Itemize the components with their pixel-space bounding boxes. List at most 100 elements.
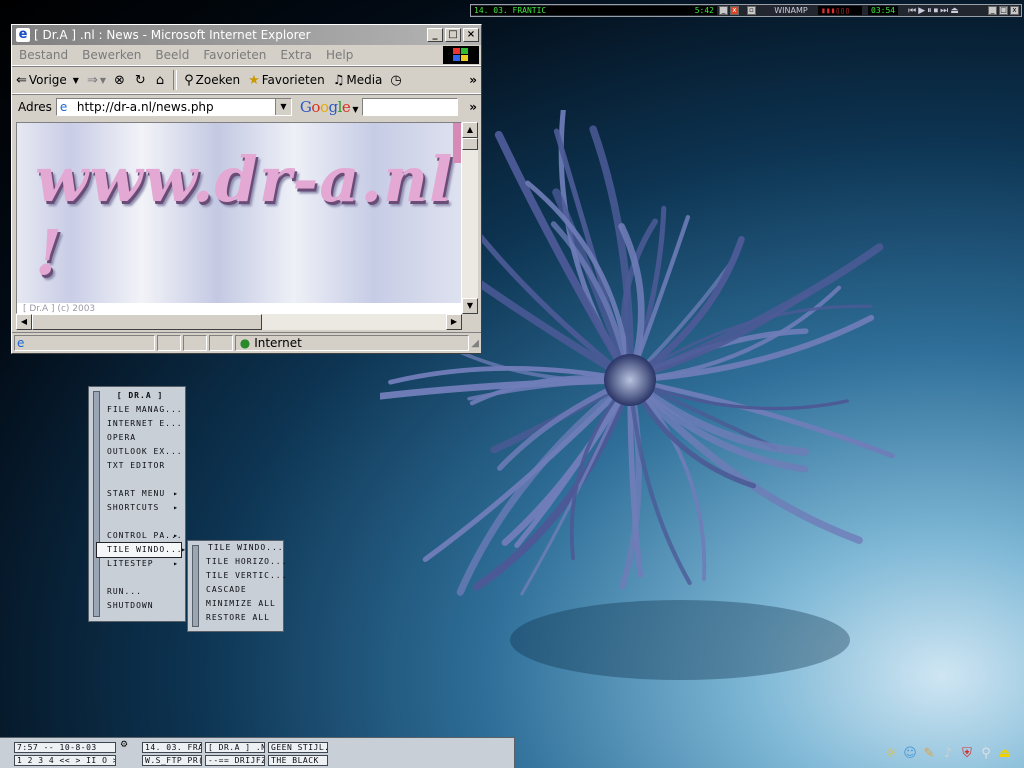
menu-bewerken[interactable]: Bewerken xyxy=(75,48,148,62)
task-button[interactable]: GEEN STIJL.T xyxy=(268,742,328,753)
menu-item-internet-explorer[interactable]: INTERNET E... xyxy=(89,417,185,431)
scroll-down-icon[interactable]: ▼ xyxy=(462,298,478,314)
submenu-item-tile-vertical[interactable]: TILE VERTIC... xyxy=(188,569,286,583)
search-icon[interactable]: ⚲ xyxy=(978,746,994,762)
back-button[interactable]: ⇐ Vorige ▼ xyxy=(12,69,83,91)
menu-item-shutdown[interactable]: SHUTDOWN xyxy=(89,599,185,613)
menu-item-run[interactable]: RUN... xyxy=(89,585,185,599)
history-clock-icon: ◷ xyxy=(390,72,402,88)
media-label: Media xyxy=(346,73,383,87)
winamp-restore-button[interactable]: □ xyxy=(999,6,1008,15)
search-button[interactable]: ⚲ Zoeken xyxy=(180,69,244,91)
tile-windows-submenu: TILE WINDO... TILE HORIZO... TILE VERTIC… xyxy=(187,540,286,632)
submenu-arrow-icon: ▸ xyxy=(173,559,179,568)
vertical-scroll-thumb[interactable] xyxy=(462,138,478,150)
menu-item-control-panel[interactable]: CONTROL PA... ▸ xyxy=(89,529,185,543)
volume-icon[interactable]: ♪ xyxy=(940,746,956,762)
address-input[interactable]: e http://dr-a.nl/news.php ▼ xyxy=(55,97,292,116)
favorites-button[interactable]: ★ Favorieten xyxy=(244,69,329,91)
menu-item-tile-windows[interactable]: TILE WINDO... ▸ xyxy=(96,542,186,558)
winamp-options-icon[interactable]: ▫ xyxy=(747,6,756,15)
media-button[interactable]: ♫ Media xyxy=(329,69,387,91)
submenu-item-restore-all[interactable]: RESTORE ALL xyxy=(188,611,283,625)
eject-icon[interactable]: ⏏ xyxy=(997,746,1013,762)
google-search-input[interactable] xyxy=(361,97,458,116)
winamp-track-length: 5:42 xyxy=(694,6,714,15)
scroll-up-icon[interactable]: ▲ xyxy=(462,122,478,138)
banner-logo-text: www.dr-a.nl ! xyxy=(35,143,454,289)
maximize-button[interactable]: □ xyxy=(445,28,461,42)
horizontal-scroll-thumb[interactable] xyxy=(32,314,262,330)
menu-extra[interactable]: Extra xyxy=(273,48,319,62)
addressbar-overflow-chevron-icon[interactable]: » xyxy=(469,100,477,114)
menu-help[interactable]: Help xyxy=(319,48,360,62)
winamp-minimize-button[interactable]: _ xyxy=(719,6,728,15)
close-button[interactable]: × xyxy=(463,28,479,42)
winamp-transport-controls[interactable]: ⏮▶⏸⏹⏭⏏ xyxy=(908,6,961,16)
address-url: http://dr-a.nl/news.php xyxy=(76,99,214,114)
scroll-left-icon[interactable]: ◀ xyxy=(16,314,32,330)
menu-item-shortcuts[interactable]: SHORTCUTS ▸ xyxy=(89,501,185,515)
clock-settings-icon[interactable]: ⚙ xyxy=(120,740,128,750)
address-dropdown-icon[interactable]: ▼ xyxy=(274,98,291,115)
system-tray: ☼ ☺ ✎ ♪ ⛨ ⚲ ⏏ xyxy=(883,744,1021,764)
winamp-shade-button[interactable]: _ xyxy=(988,6,997,15)
menu-item-litestep[interactable]: LITESTEP ▸ xyxy=(89,557,185,571)
page-status-icon: e xyxy=(17,336,25,350)
task-button[interactable]: 14. 03. FRAI xyxy=(142,742,202,753)
menu-item-opera[interactable]: OPERA xyxy=(89,431,185,445)
window-title: [ Dr.A ] .nl : News - Microsoft Internet… xyxy=(34,28,311,42)
submenu-item-tile-horizontal[interactable]: TILE HORIZO... xyxy=(188,555,286,569)
task-button[interactable]: W.S_FTP PR( xyxy=(142,755,202,766)
ie-logo-icon: e xyxy=(16,28,30,42)
vertical-scrollbar[interactable]: ▲ ▼ xyxy=(462,122,478,314)
toolbar-overflow-chevron-icon[interactable]: » xyxy=(469,73,477,87)
submenu-item-cascade[interactable]: CASCADE xyxy=(188,583,283,597)
shield-icon[interactable]: ⛨ xyxy=(959,746,975,762)
horizontal-scrollbar[interactable]: ◀ ▶ xyxy=(16,314,462,330)
virtual-desktops[interactable]: 1 2 3 4 << > II O >> xyxy=(14,755,116,766)
pencil-icon[interactable]: ✎ xyxy=(921,746,937,762)
menu-item-start-menu[interactable]: START MENU ▸ xyxy=(89,487,185,501)
google-toolbar-logo[interactable]: Google ▼ xyxy=(300,98,359,116)
menu-item-file-manager[interactable]: FILE MANAG... xyxy=(89,403,185,417)
search-icon: ⚲ xyxy=(184,72,194,88)
history-button[interactable]: ◷ xyxy=(386,69,407,91)
refresh-icon: ↻ xyxy=(134,72,146,88)
resize-grip-icon[interactable]: ◢ xyxy=(471,338,479,349)
winamp-bar[interactable]: 14. 03. FRANTIC 5:42 _ x ▫ WINAMP ▮▮▮▯▯▯… xyxy=(470,4,1022,17)
status-main-panel: e xyxy=(14,335,156,351)
stop-button[interactable]: ⊗ xyxy=(110,69,131,91)
menu-favorieten[interactable]: Favorieten xyxy=(196,48,273,62)
winamp-track: 14. 03. FRANTIC xyxy=(474,6,547,15)
submenu-item-minimize-all[interactable]: MINIMIZE ALL xyxy=(188,597,283,611)
scroll-right-icon[interactable]: ▶ xyxy=(446,314,462,330)
network-icon[interactable]: ☼ xyxy=(883,746,899,762)
refresh-button[interactable]: ↻ xyxy=(131,69,152,91)
home-button[interactable]: ⌂ xyxy=(152,69,170,91)
menu-beeld[interactable]: Beeld xyxy=(148,48,196,62)
forward-arrow-icon: ⇒ xyxy=(86,72,98,88)
submenu-item-tile-windows[interactable]: TILE WINDO... xyxy=(188,541,283,555)
clock-display[interactable]: 7:57 -- 10-8-03 xyxy=(14,742,116,753)
menu-bestand[interactable]: Bestand xyxy=(12,48,75,62)
site-banner: www.dr-a.nl ! xyxy=(17,123,461,303)
task-button[interactable]: THE BLACK xyxy=(268,755,328,766)
winamp-close-button-2[interactable]: x xyxy=(1010,6,1019,15)
status-panel-4 xyxy=(208,335,233,351)
status-panel-2 xyxy=(157,335,181,351)
menu-item-txt-editor[interactable]: TXT EDITOR xyxy=(89,459,185,473)
users-icon[interactable]: ☺ xyxy=(902,746,918,762)
winamp-close-button[interactable]: x xyxy=(730,6,739,15)
winamp-elapsed: 03:54 xyxy=(868,6,899,15)
status-panel-3 xyxy=(183,335,207,351)
page-content[interactable]: www.dr-a.nl ! [ Dr.A ] (c) 2003 xyxy=(16,122,462,314)
task-button[interactable]: [ DR.A ] .NL xyxy=(205,742,265,753)
browser-window: e [ Dr.A ] .nl : News - Microsoft Intern… xyxy=(11,24,482,354)
minimize-button[interactable]: _ xyxy=(427,28,443,42)
forward-button[interactable]: ⇒ ▼ xyxy=(83,69,110,91)
window-titlebar[interactable]: e [ Dr.A ] .nl : News - Microsoft Intern… xyxy=(12,25,481,45)
task-button[interactable]: --== DRIJFZ xyxy=(205,755,265,766)
windows-logo-icon xyxy=(443,46,479,64)
menu-item-outlook-express[interactable]: OUTLOOK EX... xyxy=(89,445,185,459)
